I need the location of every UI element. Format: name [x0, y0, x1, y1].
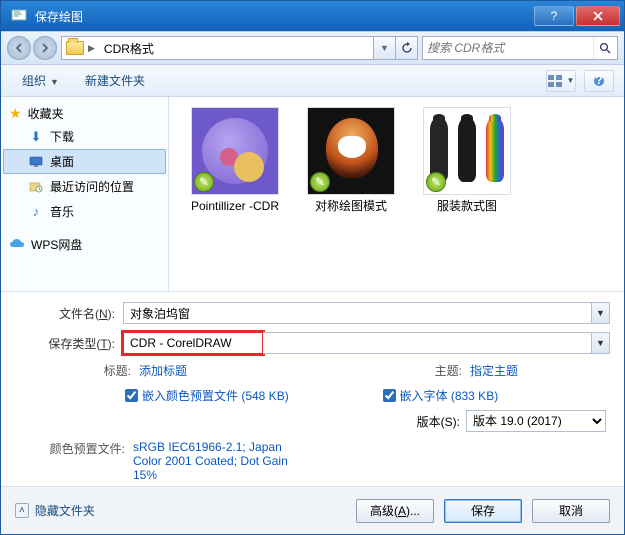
app-icon	[11, 7, 29, 25]
sidebar-item-downloads[interactable]: ⬇ 下载	[3, 124, 166, 149]
embed-font-checkbox[interactable]: 嵌入字体 (833 KB)	[383, 387, 611, 404]
footer: ˄ 隐藏文件夹 高级(A)... 保存 取消	[1, 486, 624, 534]
embed-color-checkbox[interactable]: 嵌入颜色预置文件 (548 KB)	[125, 387, 353, 404]
version-label: 版本(S):	[417, 413, 460, 430]
file-label: 服装款式图	[437, 199, 497, 215]
download-icon: ⬇	[28, 129, 44, 145]
wps-label: WPS网盘	[31, 236, 82, 253]
desktop-icon	[28, 154, 44, 170]
chevron-down-icon: ▼	[50, 77, 59, 87]
embed-color-label: 嵌入颜色预置文件 (548 KB)	[142, 387, 289, 404]
organize-label: 组织	[22, 74, 46, 88]
path-root[interactable]: ▶	[62, 37, 100, 59]
hide-folders-toggle[interactable]: ˄ 隐藏文件夹	[15, 502, 95, 519]
title-link[interactable]: 添加标题	[139, 362, 187, 379]
organize-button[interactable]: 组织 ▼	[11, 67, 70, 94]
cdr-badge-icon: ✎	[310, 172, 330, 192]
sidebar-item-label: 最近访问的位置	[50, 178, 134, 195]
sidebar-item-label: 下载	[50, 128, 74, 145]
breadcrumb[interactable]: ▶ CDR格式 ▼	[61, 36, 418, 60]
file-thumbnail: ✎	[191, 107, 279, 195]
close-button[interactable]	[576, 6, 620, 26]
sidebar-item-desktop[interactable]: 桌面	[3, 149, 166, 174]
file-label: 对称绘图模式	[315, 199, 387, 215]
advanced-button[interactable]: 高级(A)...	[356, 499, 434, 523]
cancel-label: 取消	[559, 502, 583, 519]
color-profile-label: 颜色预置文件:	[31, 440, 125, 482]
path-segment[interactable]: CDR格式	[100, 37, 159, 59]
chevron-right-icon: ▶	[88, 43, 95, 54]
address-bar: ▶ CDR格式 ▼	[1, 31, 624, 65]
music-icon: ♪	[28, 204, 44, 220]
cdr-badge-icon: ✎	[194, 172, 214, 192]
nav-forward-button[interactable]	[33, 36, 57, 60]
refresh-button[interactable]	[395, 37, 417, 59]
view-mode-button[interactable]: ▼	[546, 70, 576, 92]
savetype-combo-ext[interactable]: ▼	[263, 332, 610, 354]
folder-icon	[66, 41, 84, 55]
savetype-combo[interactable]	[123, 332, 263, 354]
file-thumbnail: ✎	[423, 107, 511, 195]
save-dialog: 保存绘图 ? ▶ CDR格式 ▼	[0, 0, 625, 535]
sidebar-item-label: 音乐	[50, 203, 74, 220]
checkbox-input[interactable]	[383, 389, 396, 402]
file-list[interactable]: ✎ Pointillizer -CDR ✎ 对称绘图模式 ✎ 服装款式图	[169, 97, 624, 291]
window-buttons: ?	[534, 6, 620, 26]
window-title: 保存绘图	[35, 8, 534, 25]
color-profile-value: sRGB IEC61966-2.1; Japan Color 2001 Coat…	[133, 440, 313, 482]
cdr-badge-icon: ✎	[426, 172, 446, 192]
nav-back-button[interactable]	[7, 36, 31, 60]
sidebar-item-label: 桌面	[50, 153, 74, 170]
subject-label: 主题:	[435, 362, 462, 379]
cloud-icon	[9, 237, 25, 253]
filename-input[interactable]	[124, 306, 591, 320]
new-folder-button[interactable]: 新建文件夹	[74, 67, 156, 94]
filename-combo[interactable]: ▼	[123, 302, 610, 324]
file-thumbnail: ✎	[307, 107, 395, 195]
chevron-down-icon[interactable]: ▼	[591, 333, 609, 353]
newfolder-label: 新建文件夹	[85, 74, 145, 88]
cancel-button[interactable]: 取消	[532, 499, 610, 523]
wps-header[interactable]: WPS网盘	[3, 234, 166, 255]
toolbar: 组织 ▼ 新建文件夹 ▼ ?	[1, 65, 624, 97]
version-select[interactable]: 版本 19.0 (2017)	[466, 410, 606, 432]
checkbox-input[interactable]	[125, 389, 138, 402]
form-area: 文件名(N): ▼ 保存类型(T): ▼	[1, 291, 624, 486]
titlebar: 保存绘图 ?	[1, 1, 624, 31]
chevron-down-icon[interactable]: ▼	[591, 303, 609, 323]
sidebar-item-music[interactable]: ♪ 音乐	[3, 199, 166, 224]
file-item[interactable]: ✎ Pointillizer -CDR	[187, 107, 283, 215]
save-label: 保存	[471, 502, 495, 519]
savetype-label: 保存类型(T):	[15, 335, 115, 352]
file-label: Pointillizer -CDR	[191, 199, 279, 215]
chevron-up-icon: ˄	[15, 503, 29, 518]
star-icon: ★	[9, 105, 22, 122]
favorites-header[interactable]: ★ 收藏夹	[3, 103, 166, 124]
search-box[interactable]	[422, 36, 618, 60]
save-button[interactable]: 保存	[444, 499, 522, 523]
svg-text:?: ?	[595, 75, 602, 87]
search-icon[interactable]	[593, 37, 617, 59]
recent-icon	[28, 179, 44, 195]
sidebar: ★ 收藏夹 ⬇ 下载 桌面 最近访问的位置	[1, 97, 169, 291]
toolbar-help-button[interactable]: ?	[584, 70, 614, 92]
file-item[interactable]: ✎ 对称绘图模式	[303, 107, 399, 215]
path-dropdown-button[interactable]: ▼	[373, 37, 395, 59]
search-input[interactable]	[423, 41, 593, 55]
title-label: 标题:	[75, 362, 131, 379]
embed-font-label: 嵌入字体 (833 KB)	[400, 387, 499, 404]
subject-link[interactable]: 指定主题	[470, 362, 610, 379]
path-label: CDR格式	[104, 40, 154, 57]
favorites-label: 收藏夹	[28, 105, 64, 122]
hide-folders-label: 隐藏文件夹	[35, 502, 95, 519]
filename-label: 文件名(N):	[15, 305, 115, 322]
help-button[interactable]: ?	[534, 6, 574, 26]
sidebar-item-recent[interactable]: 最近访问的位置	[3, 174, 166, 199]
file-item[interactable]: ✎ 服装款式图	[419, 107, 515, 215]
